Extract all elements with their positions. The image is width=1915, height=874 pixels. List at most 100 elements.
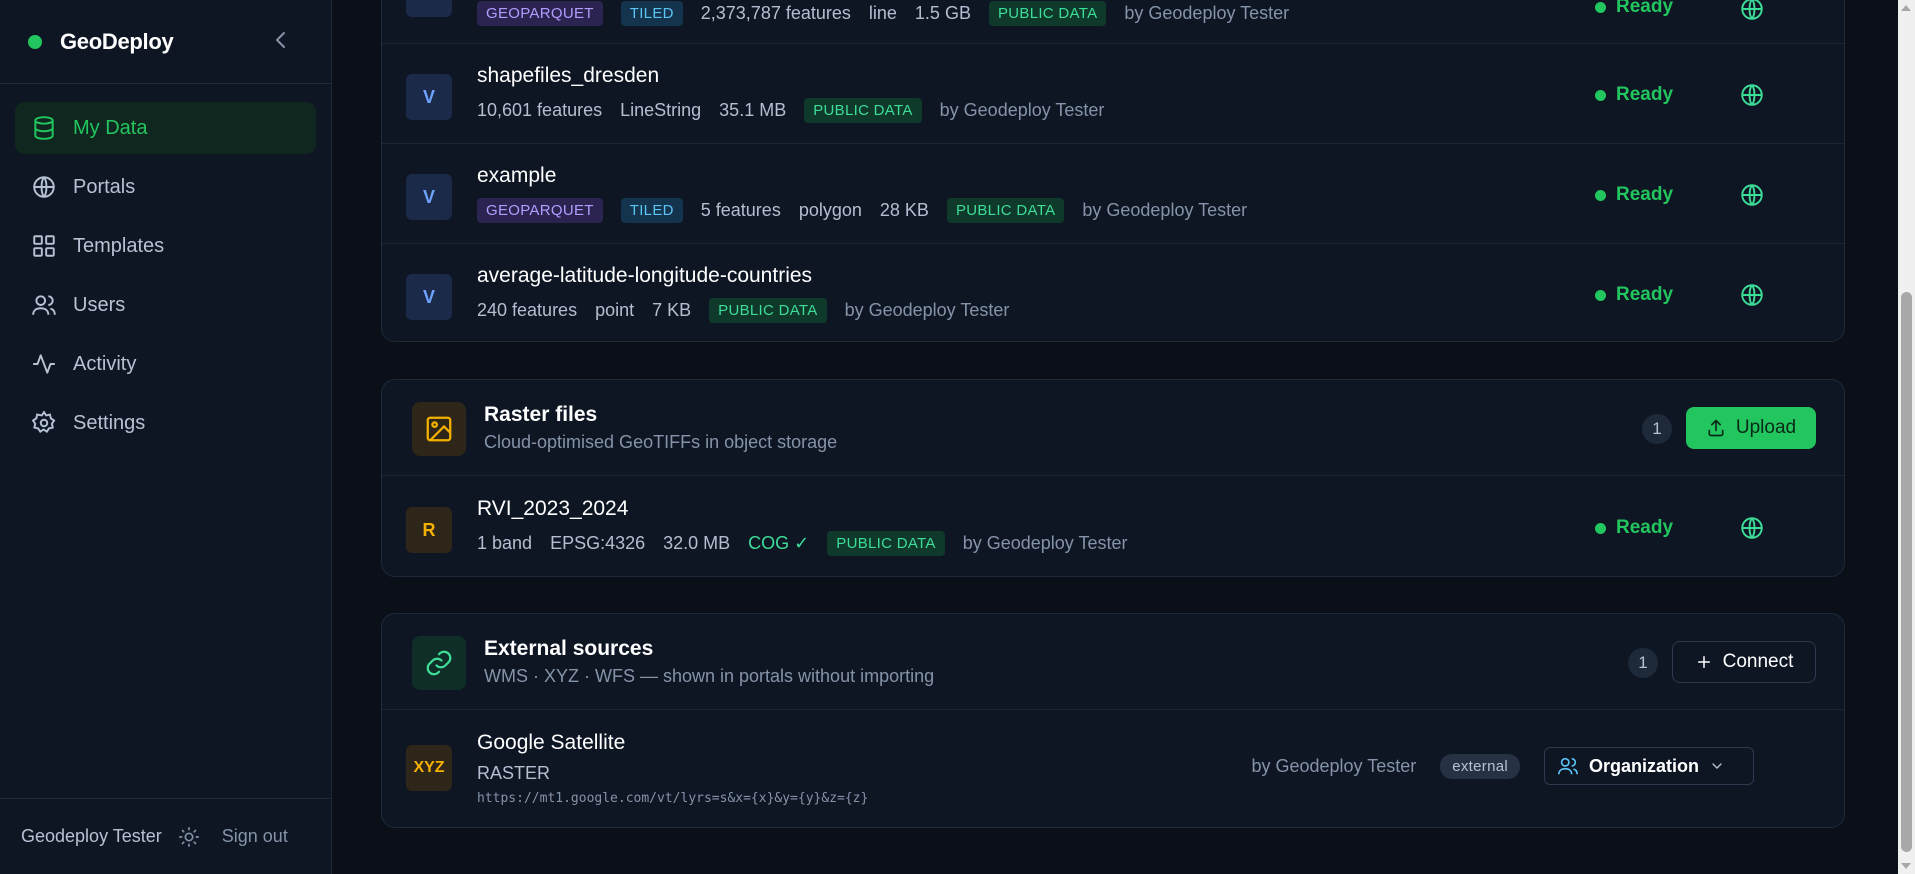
activity-icon: [33, 354, 55, 374]
public-badge: PUBLIC DATA: [804, 98, 922, 123]
file-size: 1.5 GB: [914, 3, 971, 23]
status-badge: Ready: [1595, 0, 1673, 18]
grid-icon: [33, 235, 55, 257]
owner: by Geodeploy Tester: [1124, 3, 1290, 23]
sidebar-item-portals[interactable]: Portals: [15, 161, 316, 213]
band-count: 1 band: [477, 533, 533, 553]
globe-icon[interactable]: [1739, 82, 1765, 108]
file-size: 32.0 MB: [663, 533, 731, 553]
feature-count: 2,373,787 features: [700, 3, 851, 23]
globe-icon[interactable]: [1739, 515, 1765, 541]
dataset-title: RVI_2023_2024: [477, 497, 629, 520]
owner: by Geodeploy Tester: [962, 533, 1128, 553]
dataset-avatar: R: [406, 507, 452, 553]
public-badge: PUBLIC DATA: [709, 298, 827, 323]
external-source-row[interactable]: XYZ Google Satellite RASTER https://mt1.…: [382, 711, 1844, 827]
source-url: https://mt1.google.com/vt/lyrs=s&x={x}&y…: [477, 791, 869, 806]
sidebar-item-label: Templates: [73, 234, 165, 257]
dataset-avatar: V: [406, 174, 452, 220]
dataset-row[interactable]: R RVI_2023_2024 1 band EPSG:4326 32.0 MB…: [382, 477, 1844, 577]
upload-button[interactable]: Upload: [1686, 407, 1816, 449]
tiled-badge: TILED: [620, 198, 683, 223]
dataset-meta: 1 band EPSG:4326 32.0 MB COG ✓ PUBLIC DA…: [477, 531, 1127, 556]
file-size: 7 KB: [652, 300, 692, 320]
format-badge: GEOPARQUET: [477, 198, 603, 223]
users-icon: [32, 295, 56, 315]
dataset-row[interactable]: V GEOPARQUET TILED 2,373,787 features li…: [382, 0, 1844, 41]
feature-count: 5 features: [700, 200, 781, 220]
link-icon: [412, 636, 466, 690]
dataset-title: average-latitude-longitude-countries: [477, 264, 813, 287]
source-actions: by Geodeploy Tester external Organizatio…: [1251, 747, 1754, 785]
current-user: Geodeploy Tester: [21, 826, 162, 846]
globe-icon[interactable]: [1739, 0, 1765, 22]
dataset-meta: 240 features point 7 KB PUBLIC DATA by G…: [477, 298, 1009, 323]
dataset-row[interactable]: V example GEOPARQUET TILED 5 features po…: [382, 143, 1844, 243]
sidebar-item-label: My Data: [73, 116, 148, 139]
dataset-row[interactable]: V shapefiles_dresden 10,601 features Lin…: [382, 43, 1844, 143]
raster-section-header: Raster files Cloud-optimised GeoTIFFs in…: [382, 380, 1844, 476]
feature-count: 240 features: [477, 300, 578, 320]
dataset-title: shapefiles_dresden: [477, 64, 660, 87]
geometry-type: line: [868, 3, 897, 23]
globe-icon: [33, 176, 55, 198]
gear-icon: [31, 410, 56, 434]
dataset-row[interactable]: V average-latitude-longitude-countries 2…: [382, 243, 1844, 343]
external-sources-card: External sources WMS · XYZ · WFS — shown…: [381, 613, 1845, 828]
item-count-badge: 1: [1628, 648, 1658, 678]
source-title: Google Satellite: [477, 731, 626, 754]
sidebar-item-label: Portals: [73, 175, 136, 198]
sidebar: GeoDeploy My Data Portals Templates User…: [0, 0, 332, 874]
scrollbar-thumb[interactable]: [1901, 292, 1912, 852]
scroll-up-arrow[interactable]: [1901, 5, 1911, 11]
section-title: Raster files: [484, 403, 598, 426]
dataset-avatar: V: [406, 274, 452, 320]
geometry-type: LineString: [620, 100, 702, 120]
section-subtitle: Cloud-optimised GeoTIFFs in object stora…: [484, 432, 838, 452]
connect-button[interactable]: Connect: [1672, 641, 1816, 683]
sidebar-item-my-data[interactable]: My Data: [15, 102, 316, 154]
plus-icon: [1697, 656, 1710, 668]
raster-files-card: Raster files Cloud-optimised GeoTIFFs in…: [381, 379, 1845, 577]
format-badge: GEOPARQUET: [477, 1, 603, 26]
file-size: 35.1 MB: [719, 100, 787, 120]
file-size: 28 KB: [879, 200, 929, 220]
owner: by Geodeploy Tester: [1251, 755, 1417, 776]
dataset-meta: GEOPARQUET TILED 2,373,787 features line…: [477, 1, 1289, 26]
geometry-type: point: [595, 300, 635, 320]
cog-indicator: COG ✓: [748, 533, 810, 553]
source-type: RASTER: [477, 763, 551, 783]
owner: by Geodeploy Tester: [844, 300, 1010, 320]
sidebar-item-label: Users: [73, 293, 126, 316]
status-badge: Ready: [1595, 184, 1673, 206]
globe-icon[interactable]: [1739, 182, 1765, 208]
dataset-meta: 10,601 features LineString 35.1 MB PUBLI…: [477, 98, 1104, 123]
item-count-badge: 1: [1642, 414, 1672, 444]
sidebar-item-settings[interactable]: Settings: [15, 397, 316, 449]
public-badge: PUBLIC DATA: [827, 531, 945, 556]
sidebar-item-label: Settings: [73, 411, 146, 434]
source-avatar: XYZ: [406, 745, 452, 791]
main-content: V GEOPARQUET TILED 2,373,787 features li…: [333, 0, 1895, 874]
geometry-type: polygon: [798, 200, 862, 220]
dataset-avatar: V: [406, 74, 452, 120]
dataset-avatar: V: [406, 0, 452, 17]
dataset-title: example: [477, 164, 557, 187]
sidebar-item-templates[interactable]: Templates: [15, 220, 316, 272]
brand: GeoDeploy: [0, 0, 331, 84]
globe-icon[interactable]: [1739, 282, 1765, 308]
sun-icon[interactable]: [178, 826, 200, 848]
public-badge: PUBLIC DATA: [988, 1, 1107, 26]
sidebar-item-users[interactable]: Users: [15, 279, 316, 331]
scrollbar[interactable]: [1898, 0, 1915, 874]
chevron-left-icon[interactable]: [269, 28, 293, 52]
sign-out-link[interactable]: Sign out: [222, 826, 288, 847]
status-badge: Ready: [1595, 517, 1673, 539]
feature-count: 10,601 features: [477, 100, 603, 120]
sidebar-item-activity[interactable]: Activity: [15, 338, 316, 390]
vector-files-card: V GEOPARQUET TILED 2,373,787 features li…: [381, 0, 1845, 342]
visibility-dropdown[interactable]: Organization: [1543, 747, 1754, 785]
scroll-down-arrow[interactable]: [1901, 863, 1911, 869]
image-icon: [412, 402, 466, 456]
brand-status-dot: [28, 34, 42, 49]
